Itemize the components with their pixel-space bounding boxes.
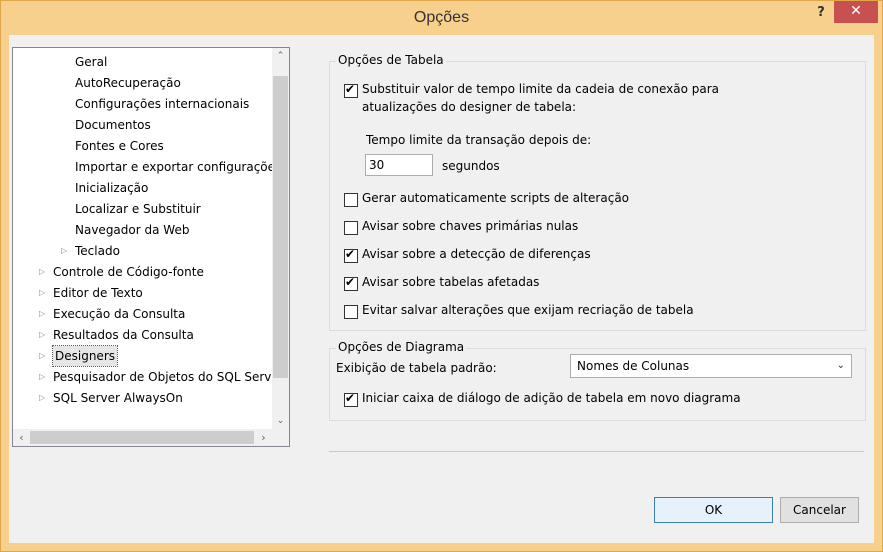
tree-item[interactable]: Importar e exportar configurações bbox=[13, 157, 281, 177]
tree-item[interactable]: Localizar e Substituir bbox=[13, 199, 271, 219]
expand-arrow-icon[interactable]: ▷ bbox=[61, 241, 67, 261]
tree-item[interactable]: ▷ Execução da Consulta bbox=[13, 304, 271, 324]
tree-item-label: Pesquisador de Objetos do SQL Serve bbox=[53, 370, 279, 384]
timeout-unit-label: segundos bbox=[442, 159, 500, 173]
launch-add-table-label: Iniciar caixa de diálogo de adição de ta… bbox=[362, 391, 741, 405]
options-dialog: Opções ? ✕ Geral AutoRecuperação Configura… bbox=[0, 0, 883, 552]
diagram-options-title: Opções de Diagrama bbox=[336, 340, 467, 354]
tree-item[interactable]: Geral bbox=[13, 52, 271, 72]
tree-item-label: Navegador da Web bbox=[75, 223, 190, 237]
tree-item[interactable]: ▷ Designers bbox=[13, 345, 271, 367]
tree-item[interactable]: Inicialização bbox=[13, 178, 271, 198]
tree-item[interactable]: ▷ Editor de Texto bbox=[13, 283, 271, 303]
horizontal-scrollbar[interactable]: ‹ › bbox=[13, 429, 272, 446]
expand-arrow-icon[interactable]: ▷ bbox=[39, 388, 45, 408]
tree-item-label: Teclado bbox=[75, 244, 120, 258]
scrollbar-corner bbox=[272, 429, 289, 446]
dialog-body: Geral AutoRecuperação Configurações intern… bbox=[9, 35, 874, 543]
diagram-options-group: Opções de Diagrama Exibição de tabela pa… bbox=[329, 340, 866, 421]
tree-item-label: Documentos bbox=[75, 118, 151, 132]
expand-arrow-icon[interactable]: ▷ bbox=[39, 262, 45, 282]
close-button[interactable]: ✕ bbox=[834, 1, 878, 23]
tree-item-label: Designers bbox=[52, 345, 118, 367]
tree-item[interactable]: ▷ Controle de Código-fonte bbox=[13, 262, 271, 282]
tree-item[interactable]: Navegador da Web bbox=[13, 220, 271, 240]
warn-null-pk-label: Avisar sobre chaves primárias nulas bbox=[362, 219, 579, 233]
table-options-title: Opções de Tabela bbox=[336, 53, 446, 67]
options-tree[interactable]: Geral AutoRecuperação Configurações intern… bbox=[12, 47, 290, 447]
tree-item-label: Geral bbox=[75, 55, 108, 69]
override-timeout-label: Substituir valor de tempo limite da cade… bbox=[362, 82, 719, 96]
horizontal-scroll-thumb[interactable] bbox=[30, 431, 254, 444]
vertical-scroll-thumb[interactable] bbox=[273, 76, 288, 378]
override-timeout-checkbox[interactable] bbox=[344, 82, 358, 98]
tree-item-label: Fontes e Cores bbox=[75, 139, 164, 153]
warn-affected-label: Avisar sobre tabelas afetadas bbox=[362, 275, 540, 289]
expand-arrow-icon[interactable]: ▷ bbox=[39, 367, 45, 387]
prevent-saving-label: Evitar salvar alterações que exijam recr… bbox=[362, 303, 694, 317]
expand-arrow-icon[interactable]: ▷ bbox=[39, 304, 45, 324]
scroll-left-icon[interactable]: ‹ bbox=[13, 429, 30, 446]
expand-arrow-icon[interactable]: ▷ bbox=[39, 283, 45, 303]
tree-item[interactable]: ▷ SQL Server AlwaysOn bbox=[13, 388, 271, 408]
vertical-scrollbar[interactable]: ⌃ ⌄ bbox=[272, 48, 289, 430]
scroll-right-icon[interactable]: › bbox=[255, 429, 272, 446]
table-options-group: Opções de Tabela Substituir valor de tem… bbox=[329, 53, 866, 331]
tree-item-label: Editor de Texto bbox=[53, 286, 143, 300]
title-bar: Opções ? ✕ bbox=[1, 1, 882, 35]
scroll-up-icon[interactable]: ⌃ bbox=[272, 48, 289, 65]
timeout-label: Tempo limite da transação depois de: bbox=[366, 133, 592, 147]
tree-item[interactable]: ▷ Teclado bbox=[13, 241, 271, 261]
tree-item[interactable]: Configurações internacionais bbox=[13, 94, 271, 114]
help-button[interactable]: ? bbox=[810, 5, 832, 25]
chevron-down-icon: ⌄ bbox=[836, 360, 845, 371]
tree-item-label: SQL Server AlwaysOn bbox=[53, 391, 183, 405]
separator bbox=[329, 451, 864, 452]
tree-item[interactable]: Fontes e Cores bbox=[13, 136, 271, 156]
cancel-button[interactable]: Cancelar bbox=[780, 497, 859, 523]
tree-item-label: Execução da Consulta bbox=[53, 307, 186, 321]
tree-item-label: Inicialização bbox=[75, 181, 149, 195]
override-timeout-label-line2: atualizações do designer de tabela: bbox=[362, 100, 577, 114]
tree-item[interactable]: ▷ Resultados da Consulta bbox=[13, 325, 271, 345]
default-view-label: Exibição de tabela padrão: bbox=[336, 361, 497, 375]
warn-null-pk-checkbox[interactable] bbox=[344, 221, 358, 235]
dialog-title: Opções bbox=[413, 9, 470, 26]
default-view-select[interactable]: Nomes de Colunas ⌄ bbox=[570, 354, 852, 378]
ok-button[interactable]: OK bbox=[654, 497, 773, 523]
tree-item[interactable]: AutoRecuperação bbox=[13, 73, 271, 93]
warn-affected-checkbox[interactable] bbox=[344, 275, 358, 291]
warn-diff-checkbox[interactable] bbox=[344, 247, 358, 263]
tree-item-label: AutoRecuperação bbox=[75, 76, 181, 90]
tree-item[interactable]: Documentos bbox=[13, 115, 271, 135]
launch-add-table-checkbox[interactable] bbox=[344, 391, 358, 407]
expand-arrow-icon[interactable]: ▷ bbox=[39, 346, 45, 366]
tree-item-label: Resultados da Consulta bbox=[53, 328, 194, 342]
close-icon: ✕ bbox=[850, 3, 862, 19]
scroll-down-icon[interactable]: ⌄ bbox=[272, 413, 289, 430]
tree-item-label: Controle de Código-fonte bbox=[53, 265, 204, 279]
tree-item-label: Importar e exportar configurações bbox=[75, 160, 282, 174]
auto-scripts-checkbox[interactable] bbox=[344, 193, 358, 207]
warn-diff-label: Avisar sobre a detecção de diferenças bbox=[362, 247, 591, 261]
default-view-value: Nomes de Colunas bbox=[577, 359, 690, 373]
tree-item-label: Configurações internacionais bbox=[75, 97, 250, 111]
prevent-saving-checkbox[interactable] bbox=[344, 305, 358, 319]
tree-item-label: Localizar e Substituir bbox=[75, 202, 201, 216]
timeout-input[interactable]: 30 bbox=[365, 154, 433, 176]
auto-scripts-label: Gerar automaticamente scripts de alteraç… bbox=[362, 191, 630, 205]
tree-item[interactable]: ▷ Pesquisador de Objetos do SQL Serve bbox=[13, 367, 279, 387]
expand-arrow-icon[interactable]: ▷ bbox=[39, 325, 45, 345]
